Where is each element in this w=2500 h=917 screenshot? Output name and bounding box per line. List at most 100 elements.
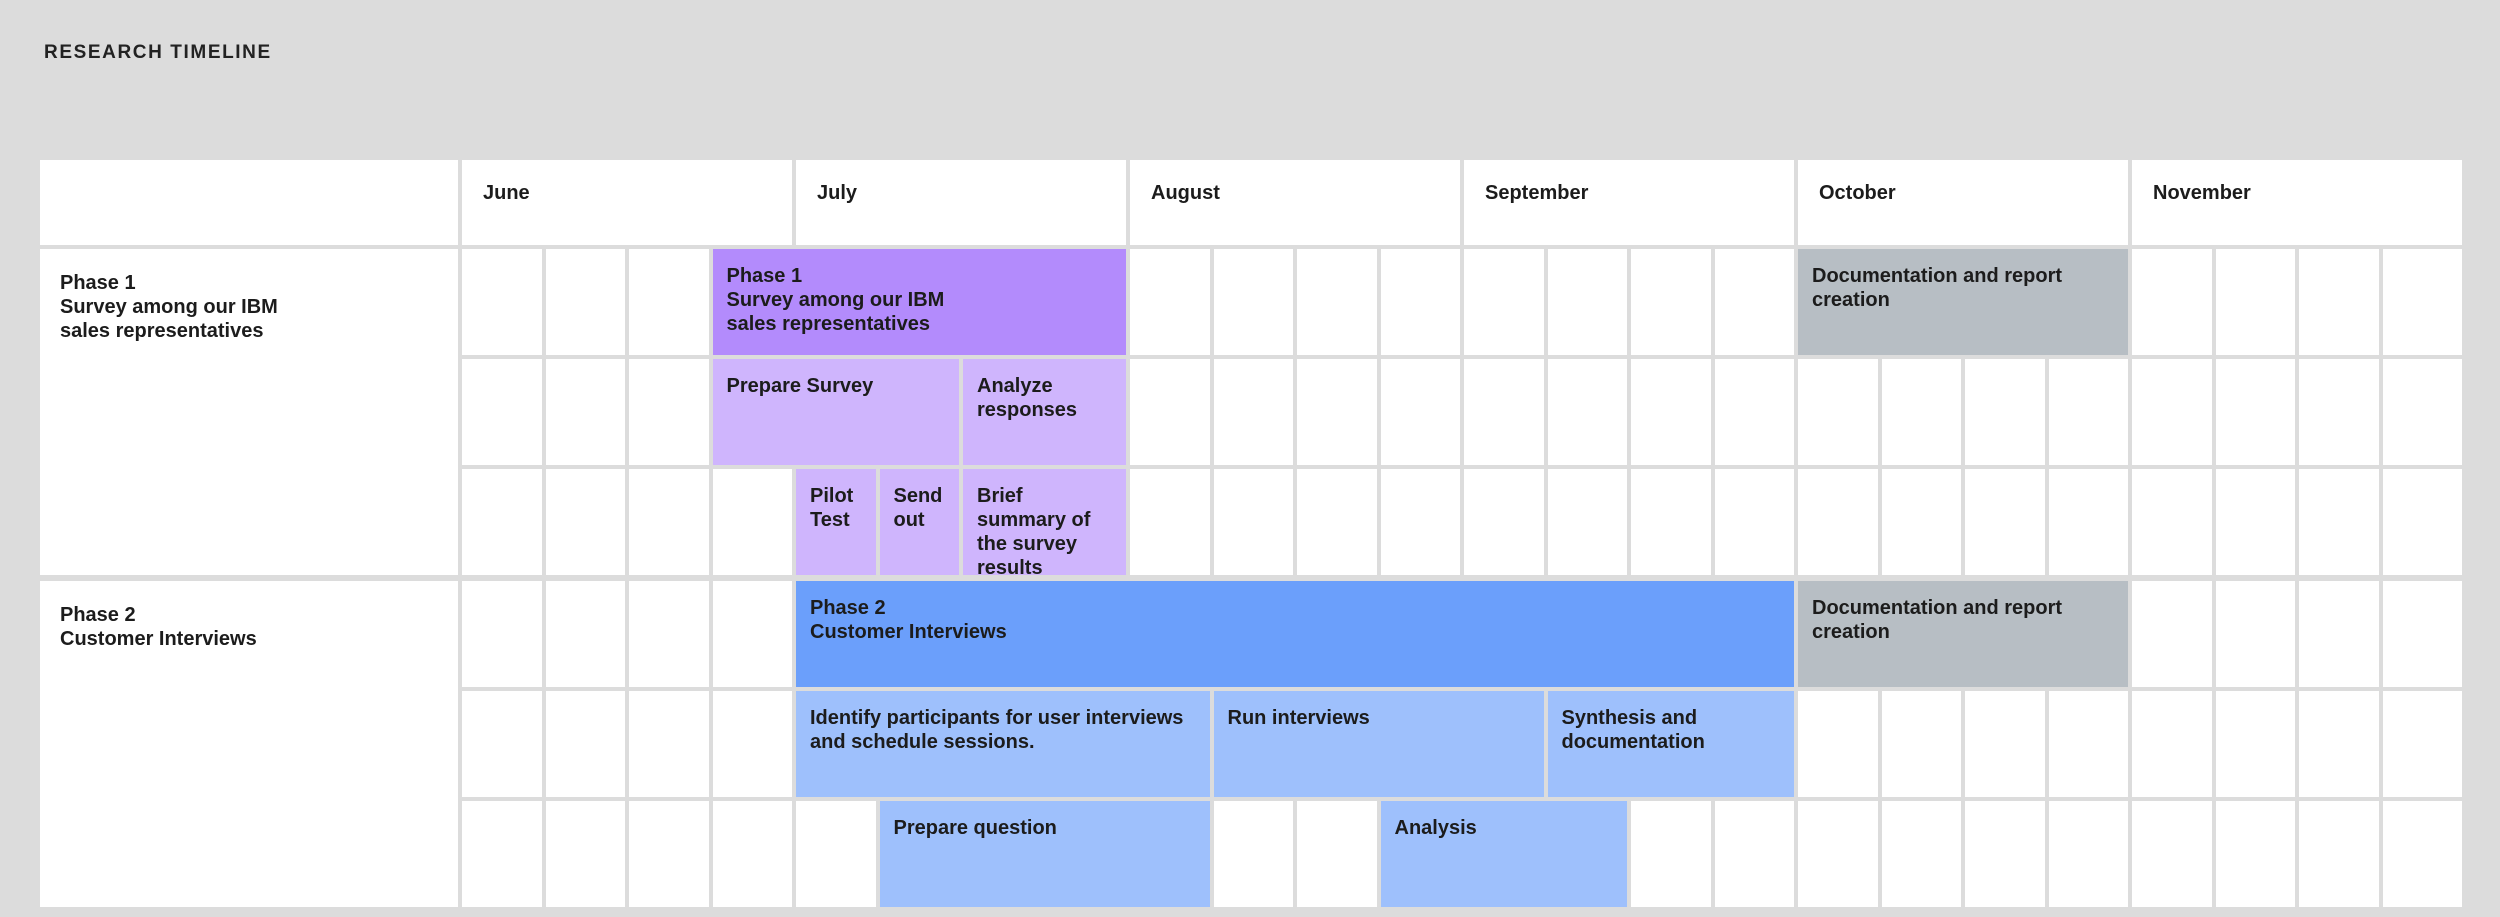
grid-cell xyxy=(1130,469,1210,575)
grid-cell xyxy=(2299,249,2379,355)
grid-cell xyxy=(545,359,625,465)
grid-cell xyxy=(462,359,542,465)
grid-cell xyxy=(2132,801,2212,907)
phase-label-description: Survey among our IBM sales representativ… xyxy=(60,296,278,342)
grid-cell xyxy=(796,801,876,907)
grid-cell xyxy=(1297,801,1377,907)
grid-cell xyxy=(2215,801,2295,907)
grid-cell xyxy=(1547,359,1627,465)
grid-cell xyxy=(1965,469,2045,575)
task-bar[interactable]: Pilot Test xyxy=(796,469,876,575)
grid-cell xyxy=(2299,581,2379,687)
grid-cell xyxy=(1881,359,1961,465)
grid-cell xyxy=(1213,801,1293,907)
grid-cell xyxy=(1380,359,1460,465)
grid-cell xyxy=(1464,249,1544,355)
grid-cell xyxy=(1631,801,1711,907)
task-bar[interactable]: Documentation and report creation xyxy=(1798,249,2128,355)
month-header: October xyxy=(1798,160,2128,245)
grid-cell xyxy=(2382,691,2462,797)
task-bar[interactable]: Prepare Survey xyxy=(712,359,959,465)
grid-cell xyxy=(629,581,709,687)
grid-cell xyxy=(2215,359,2295,465)
grid-cell xyxy=(1213,469,1293,575)
phase-label-description: Customer Interviews xyxy=(60,628,257,650)
phase-label: Phase 2 Customer Interviews xyxy=(40,581,458,907)
grid-cell xyxy=(2132,691,2212,797)
grid-cell xyxy=(2132,469,2212,575)
task-label: Analyze responses xyxy=(977,375,1078,421)
task-bar[interactable]: Analyze responses xyxy=(963,359,1126,465)
task-bar[interactable]: Send out xyxy=(879,469,959,575)
grid-cell xyxy=(712,469,792,575)
grid-cell xyxy=(1297,249,1377,355)
task-label: Pilot Test xyxy=(810,485,854,531)
grid-cell xyxy=(1714,801,1794,907)
grid-cell xyxy=(545,581,625,687)
grid-cell xyxy=(2215,581,2295,687)
grid-cell xyxy=(1881,691,1961,797)
grid-cell xyxy=(1798,359,1878,465)
task-bar[interactable]: Synthesis and documentation xyxy=(1547,691,1794,797)
task-label: Documentation and report creation xyxy=(1812,265,2063,311)
month-header: June xyxy=(462,160,792,245)
task-label: Documentation and report creation xyxy=(1812,597,2063,643)
grid-cell xyxy=(2299,469,2379,575)
task-bar[interactable]: Documentation and report creation xyxy=(1798,581,2128,687)
task-label: Survey among our IBM sales representativ… xyxy=(726,289,945,335)
grid-cell xyxy=(1631,249,1711,355)
task-bar[interactable]: Brief summary of the survey results xyxy=(963,469,1126,575)
task-bar[interactable]: Identify participants for user interview… xyxy=(796,691,1210,797)
grid-cell xyxy=(1631,359,1711,465)
page-title: RESEARCH TIMELINE xyxy=(44,42,272,63)
timeline-board: June July August September October November Ph… xyxy=(40,160,2462,917)
grid-cell xyxy=(462,469,542,575)
task-bar[interactable]: Prepare question xyxy=(879,801,1210,907)
phase-label: Phase 1 Survey among our IBM sales repres… xyxy=(40,249,458,575)
task-label: Brief summary of the survey results xyxy=(977,485,1091,575)
task-label: Prepare Survey xyxy=(726,375,874,397)
task-label: Prepare question xyxy=(893,817,1057,839)
task-bar[interactable]: Run interviews xyxy=(1213,691,1544,797)
grid-cell xyxy=(712,581,792,687)
grid-cell xyxy=(1798,469,1878,575)
grid-cell xyxy=(629,691,709,797)
grid-cell xyxy=(712,801,792,907)
grid-cell xyxy=(545,801,625,907)
grid-cell xyxy=(2132,249,2212,355)
grid-cell xyxy=(2382,801,2462,907)
grid-cell xyxy=(2299,359,2379,465)
grid-cell xyxy=(2382,249,2462,355)
task-bar[interactable]: Analysis xyxy=(1380,801,1627,907)
grid-cell xyxy=(1714,359,1794,465)
grid-cell xyxy=(545,691,625,797)
task-bar[interactable]: Phase 2 Customer Interviews xyxy=(796,581,1794,687)
month-header: July xyxy=(796,160,1126,245)
grid-cell xyxy=(2048,691,2128,797)
grid-cell xyxy=(2048,359,2128,465)
task-label: Run interviews xyxy=(1227,707,1370,729)
grid-cell xyxy=(2132,581,2212,687)
grid-cell xyxy=(1798,801,1878,907)
header-corner xyxy=(40,160,458,245)
grid-cell xyxy=(2299,801,2379,907)
month-header: September xyxy=(1464,160,1794,245)
grid-cell xyxy=(1213,359,1293,465)
grid-cell xyxy=(462,249,542,355)
grid-cell xyxy=(712,691,792,797)
grid-cell xyxy=(1965,691,2045,797)
month-header: November xyxy=(2132,160,2462,245)
grid-cell xyxy=(1130,359,1210,465)
grid-cell xyxy=(2132,359,2212,465)
task-title: Phase 2 xyxy=(810,597,886,619)
grid-cell xyxy=(1881,801,1961,907)
grid-cell xyxy=(2299,691,2379,797)
task-bar[interactable]: Phase 1 Survey among our IBM sales repres… xyxy=(712,249,1126,355)
grid-cell xyxy=(1798,691,1878,797)
grid-cell xyxy=(1464,469,1544,575)
grid-cell xyxy=(1130,249,1210,355)
grid-cell xyxy=(2048,801,2128,907)
task-label: Send out xyxy=(893,485,943,531)
grid-cell xyxy=(2215,691,2295,797)
task-label: Analysis xyxy=(1394,817,1477,839)
